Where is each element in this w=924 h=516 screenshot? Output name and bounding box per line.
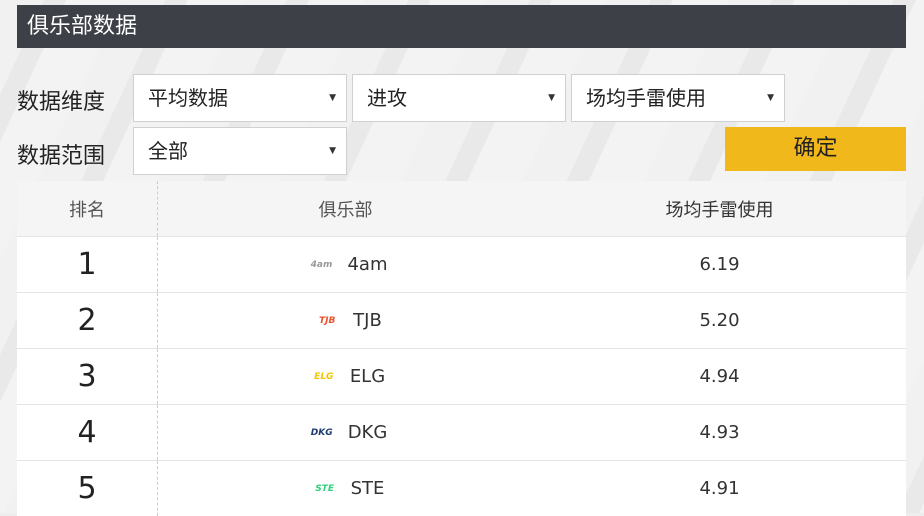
category-select[interactable]: 进攻 ▼	[352, 74, 566, 122]
club-cell: ELG ELG	[158, 362, 533, 392]
club-name: STE	[350, 478, 385, 499]
club-logo-icon: DKG	[310, 427, 333, 438]
header-club: 俱乐部	[318, 199, 373, 221]
metric-value: 4.93	[699, 422, 740, 443]
metric-value: 4.94	[699, 366, 740, 387]
rank-cell: 5	[17, 461, 158, 516]
club-stats-table: 排名 俱乐部 场均手雷使用 1 4am 4am 6.19 2 TJB TJB 5.20…	[17, 181, 906, 516]
club-logo-icon: 4am	[310, 259, 333, 270]
header-metric: 场均手雷使用	[665, 199, 774, 221]
metric-value: 5.20	[699, 310, 740, 331]
range-select[interactable]: 全部 ▼	[133, 127, 347, 175]
page-title: 俱乐部数据	[17, 5, 906, 48]
chevron-down-icon: ▼	[767, 93, 774, 103]
table-row[interactable]: 1 4am 4am 6.19	[17, 236, 906, 292]
rank: 1	[77, 247, 97, 282]
header-rank: 排名	[17, 181, 158, 236]
club-name: 4am	[347, 254, 388, 275]
rank: 4	[77, 415, 97, 450]
club-name: TJB	[353, 310, 382, 331]
club-name: DKG	[347, 422, 388, 443]
rank-cell: 1	[17, 237, 158, 292]
dimension-label: 数据维度	[17, 90, 106, 115]
type-select[interactable]: 平均数据 ▼	[133, 74, 347, 122]
club-cell: 4am 4am	[158, 250, 533, 280]
rank: 2	[77, 303, 97, 338]
metric-select[interactable]: 场均手雷使用 ▼	[571, 74, 785, 122]
rank-cell: 3	[17, 349, 158, 404]
chevron-down-icon: ▼	[329, 146, 336, 156]
metric-value: 6.19	[699, 254, 740, 275]
club-cell: TJB TJB	[158, 306, 533, 336]
club-logo-icon: STE	[315, 483, 334, 494]
range-select-value: 全部	[148, 139, 188, 163]
club-logo-icon: ELG	[314, 371, 334, 382]
table-row[interactable]: 5 STE STE 4.91	[17, 460, 906, 516]
table-row[interactable]: 2 TJB TJB 5.20	[17, 292, 906, 348]
type-select-value: 平均数据	[148, 86, 228, 110]
range-label: 数据范围	[17, 144, 106, 169]
chevron-down-icon: ▼	[329, 93, 336, 103]
category-select-value: 进攻	[367, 86, 407, 110]
rank: 5	[77, 471, 97, 506]
club-logo-icon: TJB	[318, 315, 336, 326]
rank-cell: 2	[17, 293, 158, 348]
confirm-button[interactable]: 确定	[725, 127, 906, 171]
table-row[interactable]: 3 ELG ELG 4.94	[17, 348, 906, 404]
rank: 3	[77, 359, 97, 394]
club-cell: DKG DKG	[158, 418, 533, 448]
rank-cell: 4	[17, 405, 158, 460]
table-row[interactable]: 4 DKG DKG 4.93	[17, 404, 906, 460]
metric-value: 4.91	[699, 478, 740, 499]
club-cell: STE STE	[158, 474, 533, 504]
chevron-down-icon: ▼	[548, 93, 555, 103]
metric-select-value: 场均手雷使用	[586, 86, 706, 110]
club-name: ELG	[349, 366, 386, 387]
table-header: 排名 俱乐部 场均手雷使用	[17, 181, 906, 236]
